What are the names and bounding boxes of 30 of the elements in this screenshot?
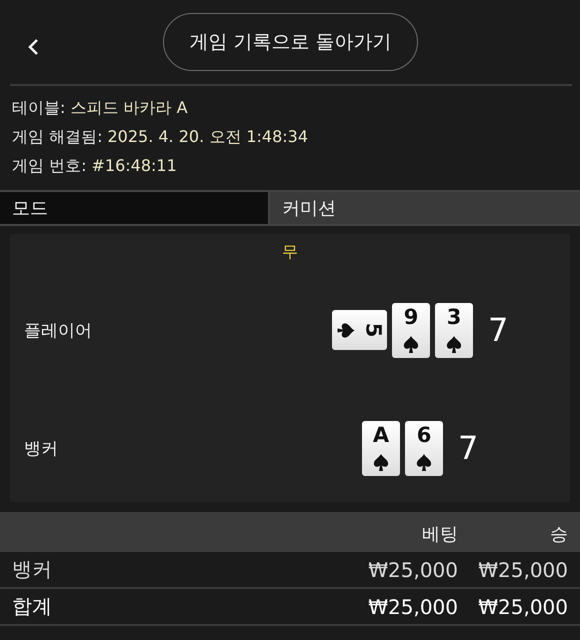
info-line: 테이블: 스피드 바카라 A xyxy=(12,98,189,118)
table-cell-text: 뱅커 xyxy=(12,556,53,583)
spade-icon xyxy=(403,336,419,353)
playing-card: 5 xyxy=(332,310,387,350)
playing-card: 6 xyxy=(405,420,443,476)
spade-icon xyxy=(373,454,389,471)
info-line: 게임 번호: #16:48:11 xyxy=(12,156,178,176)
hand-score: 7 xyxy=(488,311,508,349)
hand-name: 뱅커 xyxy=(24,438,58,458)
spade-icon xyxy=(446,336,462,353)
playing-card: A xyxy=(362,420,400,476)
table-cell-text: ₩25,000 xyxy=(367,558,458,582)
table-cell-text: ₩25,000 xyxy=(367,594,458,618)
spade-icon xyxy=(338,322,355,338)
column-header: 승 xyxy=(549,523,568,546)
tab[interactable]: 모드 xyxy=(0,192,270,224)
table-cell-text: 합계 xyxy=(12,593,53,620)
table-cell-text: ₩25,000 xyxy=(477,558,568,582)
back-icon[interactable] xyxy=(26,38,40,56)
outcome-label: 무 xyxy=(282,242,298,261)
playing-card: 9 xyxy=(392,302,430,358)
info-line: 게임 해결됨: 2025. 4. 20. 오전 1:48:34 xyxy=(12,127,310,147)
hand-score: 7 xyxy=(458,429,478,467)
playing-card: 3 xyxy=(435,302,473,358)
hand-name: 플레이어 xyxy=(24,320,92,340)
column-header: 베팅 xyxy=(421,523,458,546)
tab[interactable]: 커미션 xyxy=(270,192,580,224)
back-to-history-button[interactable]: 게임 기록으로 돌아가기 xyxy=(163,13,418,71)
table-cell-text: ₩25,000 xyxy=(477,594,568,618)
spade-icon xyxy=(416,454,432,471)
